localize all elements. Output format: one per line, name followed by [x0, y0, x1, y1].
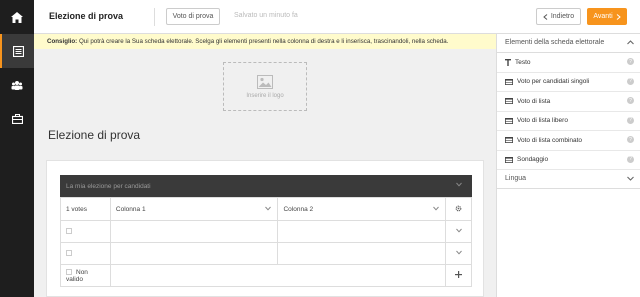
table-icon	[505, 98, 513, 105]
home-icon	[11, 11, 23, 23]
settings-cell[interactable]	[445, 197, 472, 221]
plus-icon[interactable]	[455, 271, 462, 278]
table-icon	[505, 117, 513, 124]
help-icon[interactable]: ?	[627, 77, 634, 85]
nav-voters[interactable]	[0, 68, 34, 102]
chevron-down-icon[interactable]	[455, 250, 462, 255]
table-icon	[505, 156, 513, 163]
users-icon	[11, 80, 23, 90]
candidate-group-title: La mia elezione per candidati	[66, 183, 151, 190]
column-header-1[interactable]: Colonna 1	[109, 197, 279, 221]
element-label: Testo	[515, 58, 531, 66]
add-row-cell[interactable]	[445, 264, 472, 287]
left-nav	[0, 0, 34, 297]
table-row	[60, 242, 472, 265]
help-icon[interactable]: ?	[627, 116, 634, 124]
ballot-list-icon	[12, 45, 24, 57]
chevron-down-icon[interactable]	[433, 206, 439, 211]
row-checkbox-cell[interactable]	[60, 220, 111, 243]
table-cell[interactable]	[109, 242, 279, 265]
save-status: Salvato un minuto fa	[234, 12, 298, 19]
element-free-list-vote[interactable]: Voto di lista libero ?	[497, 112, 640, 131]
page-title: Elezione di prova	[49, 11, 124, 21]
table-icon	[505, 137, 513, 144]
nav-home[interactable]	[0, 0, 34, 34]
table-icon	[505, 78, 513, 85]
nav-briefcase[interactable]	[0, 102, 34, 136]
logo-dropzone[interactable]: Inserire il logo	[223, 62, 307, 111]
row-menu-cell[interactable]	[445, 220, 472, 243]
gear-icon[interactable]	[455, 205, 462, 212]
back-button[interactable]: Indietro	[536, 8, 581, 25]
help-icon[interactable]: ?	[627, 155, 634, 163]
table-row-invalid: Non valido	[60, 264, 472, 287]
column-1-label: Colonna 1	[115, 205, 146, 213]
element-single-candidate-vote[interactable]: Voto per candidati singoli ?	[497, 73, 640, 92]
language-section-title: Lingua	[505, 175, 527, 182]
element-label: Voto di lista	[517, 97, 551, 105]
elements-section-title: Elementi della scheda elettorale	[505, 39, 605, 46]
element-label: Voto di lista libero	[517, 117, 568, 125]
test-vote-button[interactable]: Voto di prova	[166, 8, 220, 25]
element-list-vote[interactable]: Voto di lista ?	[497, 92, 640, 112]
row-checkbox[interactable]	[66, 250, 72, 257]
chevron-right-icon	[616, 13, 621, 20]
column-2-label: Colonna 2	[283, 205, 314, 213]
element-combined-list-vote[interactable]: Voto di lista combinato ?	[497, 131, 640, 151]
candidate-table: 1 votes Colonna 1 Colonna 2 Non valido	[60, 197, 472, 287]
tip-text: Qui potrà creare la Sua scheda elettoral…	[77, 38, 449, 45]
elements-section-header[interactable]: Elementi della scheda elettorale	[497, 34, 640, 53]
column-header-2[interactable]: Colonna 2	[277, 197, 447, 221]
tip-label: Consiglio:	[47, 38, 78, 45]
chevron-left-icon	[543, 13, 548, 20]
table-cell[interactable]	[109, 220, 279, 243]
ballot-title: Elezione di prova	[48, 128, 141, 142]
element-text[interactable]: Testo ?	[497, 53, 640, 73]
help-icon[interactable]: ?	[627, 58, 634, 65]
right-panel: Elementi della scheda elettorale Testo ?…	[496, 34, 640, 297]
table-header-row: 1 votes Colonna 1 Colonna 2	[60, 197, 472, 221]
top-header: Elezione di prova Voto di prova Salvato …	[34, 0, 640, 34]
row-checkbox-cell[interactable]	[60, 242, 111, 265]
language-section-header[interactable]: Lingua	[497, 170, 640, 189]
invalid-cell[interactable]: Non valido	[60, 264, 111, 287]
chevron-up-icon[interactable]	[627, 40, 634, 45]
logo-caption: Inserire il logo	[246, 92, 284, 99]
table-cell[interactable]	[277, 220, 447, 243]
chevron-down-icon[interactable]	[455, 228, 462, 233]
next-button[interactable]: Avanti	[587, 8, 627, 25]
tip-banner: Consiglio: Qui potrà creare la Sua sched…	[34, 34, 496, 49]
invalid-checkbox[interactable]	[66, 268, 72, 275]
image-icon	[257, 74, 273, 89]
briefcase-icon	[11, 114, 23, 124]
text-icon	[505, 58, 511, 66]
help-icon[interactable]: ?	[627, 136, 634, 143]
next-button-label: Avanti	[593, 13, 613, 20]
help-icon[interactable]: ?	[627, 97, 634, 104]
element-label: Sondaggio	[517, 156, 549, 164]
table-cell	[109, 264, 447, 287]
votes-count-cell: 1 votes	[60, 197, 111, 221]
element-poll[interactable]: Sondaggio ?	[497, 151, 640, 170]
element-label: Voto per candidati singoli	[517, 78, 590, 86]
header-divider	[154, 8, 155, 26]
row-menu-cell[interactable]	[445, 242, 472, 265]
ballot-card: La mia elezione per candidati 1 votes Co…	[46, 160, 484, 297]
table-row	[60, 220, 472, 243]
row-checkbox[interactable]	[66, 228, 72, 235]
back-button-label: Indietro	[550, 13, 575, 20]
chevron-down-icon[interactable]	[456, 182, 462, 187]
votes-count: 1 votes	[66, 205, 87, 213]
chevron-down-icon[interactable]	[627, 176, 634, 181]
element-label: Voto di lista combinato	[517, 136, 583, 144]
chevron-down-icon[interactable]	[265, 206, 272, 211]
nav-ballot[interactable]	[0, 34, 34, 68]
candidate-group-header[interactable]: La mia elezione per candidati	[60, 175, 472, 197]
table-cell[interactable]	[277, 242, 447, 265]
